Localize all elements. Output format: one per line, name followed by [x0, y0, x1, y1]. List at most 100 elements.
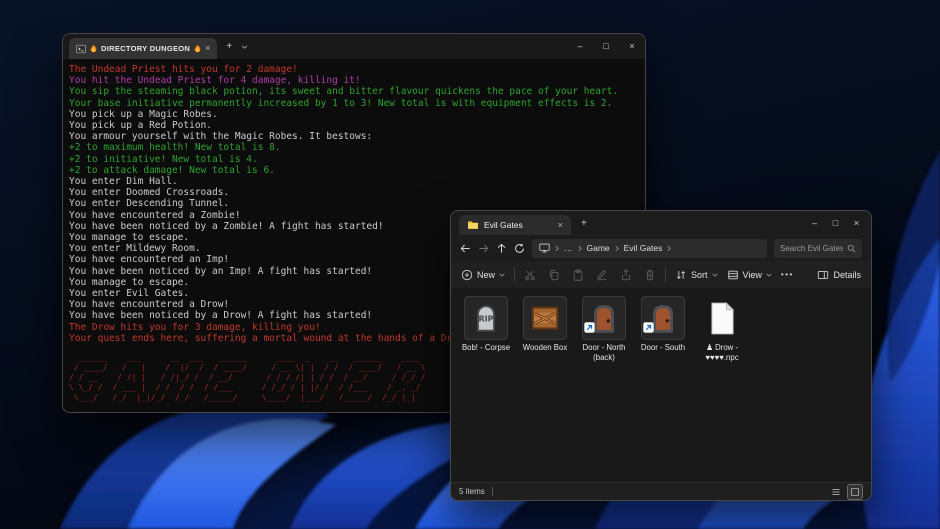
toolbar-divider [665, 267, 666, 282]
forward-icon[interactable] [478, 243, 489, 254]
search-placeholder: Search Evil Gates [780, 244, 843, 253]
disabled-file-actions [524, 269, 656, 281]
file-tile[interactable]: Door - North (back) [578, 296, 630, 362]
details-button-label: Details [833, 270, 861, 280]
file-tile[interactable]: RIP Bob! - Corpse [460, 296, 512, 353]
toolbar-divider [514, 267, 515, 282]
view-button-label: View [743, 270, 762, 280]
close-button[interactable]: × [619, 34, 645, 59]
terminal-line: You enter Dim Hall. [69, 176, 639, 187]
details-pane-icon [817, 269, 829, 281]
list-view-icon[interactable] [828, 484, 844, 500]
folder-icon [467, 220, 479, 230]
cut-icon[interactable] [524, 269, 536, 281]
item-count: 5 items [459, 487, 485, 496]
breadcrumb-item[interactable]: Evil Gates [624, 243, 663, 253]
breadcrumb-item[interactable]: … [564, 243, 573, 253]
crate-icon [523, 296, 567, 340]
search-icon [847, 244, 856, 253]
view-button[interactable]: View [727, 269, 772, 281]
explorer-tab-title: Evil Gates [484, 220, 523, 230]
chevron-down-icon [766, 273, 772, 277]
file-tile[interactable]: ♟ Drow - ♥♥♥♥.npc [696, 296, 748, 362]
maximize-button[interactable]: □ [825, 211, 846, 235]
shortcut-arrow-icon [584, 320, 595, 338]
explorer-titlebar[interactable]: Evil Gates × + – □ × [451, 211, 871, 235]
chevron-down-icon [499, 273, 505, 277]
view-icon [727, 269, 739, 281]
paste-icon[interactable] [572, 269, 584, 281]
breadcrumb[interactable]: … Game Evil Gates [532, 239, 767, 258]
new-button-label: New [477, 270, 495, 280]
new-tab-button[interactable]: + [226, 42, 232, 52]
chevron-right-icon [578, 245, 582, 252]
explorer-window: Evil Gates × + – □ × [450, 210, 872, 501]
terminal-line: You sip the steaming black potion, its s… [69, 86, 639, 97]
sort-icon [675, 269, 687, 281]
terminal-line: You pick up a Red Potion. [69, 120, 639, 131]
large-icons-view-icon[interactable] [847, 484, 863, 500]
monitor-icon [539, 243, 550, 253]
chevron-right-icon [667, 245, 671, 252]
terminal-line: Your base initiative permanently increas… [69, 98, 639, 109]
tombstone-icon: RIP [464, 296, 508, 340]
file-label: ♟ Drow - ♥♥♥♥.npc [696, 343, 748, 362]
terminal-line: You armour yourself with the Magic Robes… [69, 131, 639, 142]
file-label: Wooden Box [523, 343, 568, 353]
maximize-button[interactable]: □ [593, 34, 619, 59]
svg-text:RIP: RIP [478, 314, 493, 323]
terminal-line: +2 to maximum health! New total is 8. [69, 142, 639, 153]
sort-button-label: Sort [691, 270, 708, 280]
file-tile[interactable]: Wooden Box [519, 296, 571, 353]
details-button[interactable]: Details [817, 269, 861, 281]
file-label: Door - South [641, 343, 685, 353]
new-circle-plus-icon [461, 269, 473, 281]
file-grid[interactable]: RIP Bob! - Corpse Wooden Box Door - North (… [451, 289, 871, 482]
tab-close-icon[interactable]: × [558, 221, 563, 230]
flame-icon [90, 44, 97, 53]
terminal-line: You enter Descending Tunnel. [69, 198, 639, 209]
door-icon [641, 296, 685, 340]
minimize-button[interactable]: – [804, 211, 825, 235]
chevron-down-icon [712, 273, 718, 277]
search-input[interactable]: Search Evil Gates [774, 239, 862, 258]
terminal-tab[interactable]: DIRECTORY DUNGEON × [69, 38, 217, 59]
terminal-line: You enter Doomed Crossroads. [69, 187, 639, 198]
file-tile[interactable]: Door - South [637, 296, 689, 353]
close-button[interactable]: × [846, 211, 867, 235]
delete-icon[interactable] [644, 269, 656, 281]
new-tab-button[interactable]: + [581, 218, 587, 229]
new-button[interactable]: New [461, 269, 505, 281]
terminal-line: The Undead Priest hits you for 2 damage! [69, 64, 639, 75]
terminal-line: You hit the Undead Priest for 4 damage, … [69, 75, 639, 86]
share-icon[interactable] [620, 269, 632, 281]
copy-icon[interactable] [548, 269, 560, 281]
tab-close-icon[interactable]: × [205, 44, 210, 53]
desktop: DIRECTORY DUNGEON × + – □ × The Undead P… [0, 0, 940, 529]
tab-dropdown-icon[interactable] [241, 45, 248, 49]
up-icon[interactable] [496, 243, 507, 254]
refresh-icon[interactable] [514, 243, 525, 254]
terminal-line: You pick up a Magic Robes. [69, 109, 639, 120]
chevron-right-icon [555, 245, 559, 252]
shortcut-arrow-icon [643, 320, 654, 338]
more-options-icon[interactable]: ••• [781, 270, 794, 279]
address-bar: … Game Evil Gates Search Evil Gates [451, 235, 871, 261]
rename-icon[interactable] [596, 269, 608, 281]
terminal-titlebar[interactable]: DIRECTORY DUNGEON × + – □ × [63, 34, 645, 59]
explorer-tab[interactable]: Evil Gates × [459, 215, 571, 235]
back-icon[interactable] [460, 243, 471, 254]
terminal-tab-title: DIRECTORY DUNGEON [101, 44, 190, 53]
sort-button[interactable]: Sort [675, 269, 718, 281]
flame-icon [194, 44, 201, 53]
document-icon [700, 296, 744, 340]
minimize-button[interactable]: – [567, 34, 593, 59]
terminal-app-icon [76, 44, 86, 54]
breadcrumb-item[interactable]: Game [587, 243, 610, 253]
door-icon [582, 296, 626, 340]
status-bar: 5 items [451, 482, 871, 500]
file-label: Bob! - Corpse [462, 343, 510, 353]
file-label: Door - North (back) [578, 343, 630, 362]
command-bar: New Sort View [451, 261, 871, 289]
status-divider [492, 487, 493, 496]
